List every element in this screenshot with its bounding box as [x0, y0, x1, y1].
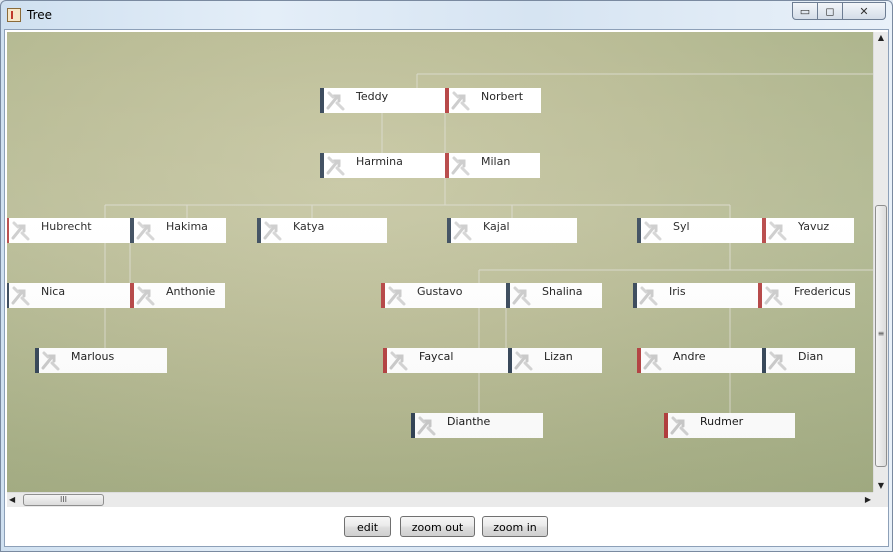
person-node-lizan[interactable]: Lizan — [508, 348, 602, 373]
maximize-icon: ◻ — [825, 5, 835, 18]
person-name: Gustavo — [417, 285, 463, 298]
java-app-icon — [7, 8, 21, 22]
window-title: Tree — [27, 8, 53, 22]
person-name: Katya — [293, 220, 325, 233]
person-placeholder-icon — [641, 218, 663, 243]
horizontal-scroll-thumb[interactable]: III — [23, 494, 104, 506]
person-name: Syl — [673, 220, 690, 233]
person-placeholder-icon — [762, 283, 784, 308]
title-bar[interactable]: Tree ▭ ◻ ✕ — [1, 1, 892, 29]
person-node-faycal[interactable]: Faycal — [383, 348, 510, 373]
client-area: Teddy Norbert Harmina Milan Hubrecht Hakima Ka… — [4, 29, 889, 547]
person-name: Harmina — [356, 155, 403, 168]
person-placeholder-icon — [385, 283, 407, 308]
person-placeholder-icon — [9, 283, 31, 308]
person-placeholder-icon — [9, 218, 31, 243]
person-name: Lizan — [544, 350, 573, 363]
person-name: Milan — [481, 155, 511, 168]
tree-window: Tree ▭ ◻ ✕ Teddy Norbert Harmina Milan Hubre… — [0, 0, 893, 552]
person-name: Teddy — [356, 90, 389, 103]
person-name: Nica — [41, 285, 66, 298]
person-placeholder-icon — [387, 348, 409, 373]
person-placeholder-icon — [637, 283, 659, 308]
person-node-nica[interactable]: Nica — [7, 283, 132, 308]
person-node-harmina[interactable]: Harmina — [320, 153, 446, 178]
person-name: Shalina — [542, 285, 583, 298]
minimize-icon: ▭ — [799, 5, 811, 18]
horizontal-scrollbar[interactable]: ◀ III ▶ — [7, 492, 873, 507]
person-node-dianthe[interactable]: Dianthe — [411, 413, 543, 438]
scroll-up-arrow-icon[interactable]: ▲ — [874, 32, 888, 44]
person-name: Kajal — [483, 220, 510, 233]
scroll-left-arrow-icon[interactable]: ◀ — [9, 493, 21, 507]
zoom-in-button[interactable]: zoom in — [482, 516, 548, 537]
person-placeholder-icon — [134, 218, 156, 243]
person-node-milan[interactable]: Milan — [445, 153, 540, 178]
person-name: Marlous — [71, 350, 115, 363]
person-node-shalina[interactable]: Shalina — [506, 283, 602, 308]
person-placeholder-icon — [451, 218, 473, 243]
person-node-teddy[interactable]: Teddy — [320, 88, 446, 113]
person-placeholder-icon — [512, 348, 534, 373]
grip-icon: ≡ — [877, 329, 885, 338]
person-node-rudmer[interactable]: Rudmer — [664, 413, 795, 438]
person-node-dian[interactable]: Dian — [762, 348, 855, 373]
person-name: Hubrecht — [41, 220, 92, 233]
person-name: Iris — [669, 285, 686, 298]
person-name: Dian — [798, 350, 824, 363]
close-button[interactable]: ✕ — [842, 2, 886, 20]
person-name: Andre — [673, 350, 706, 363]
person-node-anthonie[interactable]: Anthonie — [130, 283, 225, 308]
person-name: Faycal — [419, 350, 454, 363]
person-placeholder-icon — [134, 283, 156, 308]
person-placeholder-icon — [261, 218, 283, 243]
person-node-hakima[interactable]: Hakima — [130, 218, 226, 243]
person-placeholder-icon — [39, 348, 61, 373]
window-controls: ▭ ◻ ✕ — [792, 2, 886, 21]
person-node-hubrecht[interactable]: Hubrecht — [7, 218, 132, 243]
person-placeholder-icon — [766, 218, 788, 243]
scrollbar-corner — [873, 492, 888, 507]
person-placeholder-icon — [510, 283, 532, 308]
person-placeholder-icon — [324, 153, 346, 178]
button-bar: edit zoom out zoom in — [5, 510, 888, 546]
person-name: Anthonie — [166, 285, 216, 298]
zoom-out-button[interactable]: zoom out — [400, 516, 475, 537]
minimize-button[interactable]: ▭ — [792, 2, 818, 20]
person-placeholder-icon — [449, 88, 471, 113]
person-node-iris[interactable]: Iris — [633, 283, 760, 308]
tree-canvas[interactable]: Teddy Norbert Harmina Milan Hubrecht Hakima Ka… — [7, 32, 873, 492]
person-placeholder-icon — [324, 88, 346, 113]
person-name: Fredericus — [794, 285, 851, 298]
person-node-norbert[interactable]: Norbert — [445, 88, 541, 113]
grip-icon: III — [59, 495, 68, 504]
vertical-scrollbar[interactable]: ▲ ≡ ▼ — [873, 32, 888, 492]
person-node-kajal[interactable]: Kajal — [447, 218, 577, 243]
person-placeholder-icon — [415, 413, 437, 438]
scroll-right-arrow-icon[interactable]: ▶ — [859, 493, 871, 507]
person-name: Rudmer — [700, 415, 744, 428]
vertical-scroll-thumb[interactable]: ≡ — [875, 205, 887, 467]
person-name: Norbert — [481, 90, 524, 103]
person-name: Dianthe — [447, 415, 491, 428]
person-node-fredericus[interactable]: Fredericus — [758, 283, 855, 308]
close-icon: ✕ — [859, 5, 869, 18]
maximize-button[interactable]: ◻ — [817, 2, 843, 20]
person-placeholder-icon — [668, 413, 690, 438]
person-placeholder-icon — [641, 348, 663, 373]
person-node-syl[interactable]: Syl — [637, 218, 764, 243]
edit-button[interactable]: edit — [344, 516, 391, 537]
person-placeholder-icon — [766, 348, 788, 373]
person-node-yavuz[interactable]: Yavuz — [762, 218, 854, 243]
person-node-andre[interactable]: Andre — [637, 348, 764, 373]
person-placeholder-icon — [449, 153, 471, 178]
scroll-down-arrow-icon[interactable]: ▼ — [874, 480, 888, 492]
person-node-marlous[interactable]: Marlous — [35, 348, 167, 373]
person-name: Hakima — [166, 220, 208, 233]
person-node-katya[interactable]: Katya — [257, 218, 387, 243]
person-node-gustavo[interactable]: Gustavo — [381, 283, 508, 308]
person-name: Yavuz — [798, 220, 830, 233]
